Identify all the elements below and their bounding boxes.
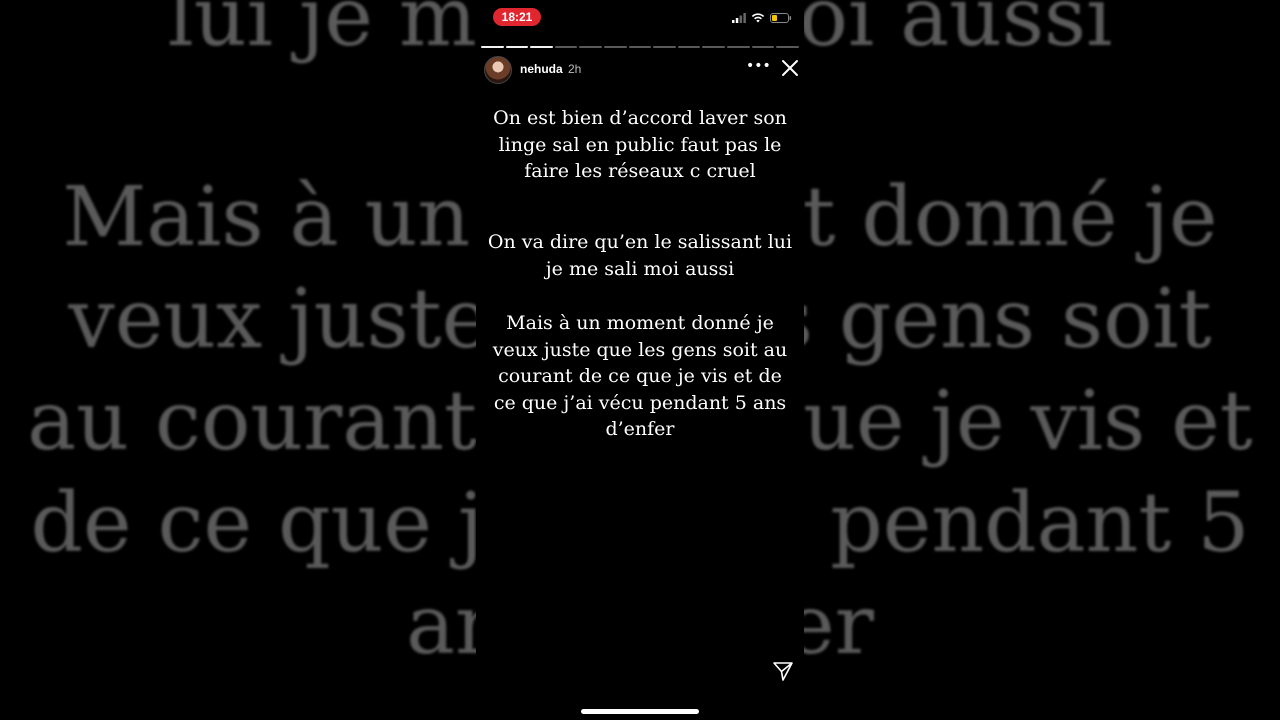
progress-segment [604,46,627,48]
progress-segment [776,46,799,48]
story-header: nehuda 2h ••• [476,54,804,84]
home-indicator[interactable] [581,709,699,714]
avatar[interactable] [484,56,512,84]
progress-segment [702,46,726,48]
more-options-button[interactable]: ••• [746,58,771,78]
more-icon: ••• [746,58,771,74]
story-paragraph: Mais à un moment donné je veux juste que… [492,312,788,440]
story-paragraph: On va dire qu’en le salissant lui je me … [487,231,793,280]
progress-segment [677,46,701,48]
story-paragraph: On est bien d’accord laver son linge sal… [493,107,787,182]
story-timestamp: 2h [568,62,582,76]
status-time: 18:21 [493,8,541,26]
status-icons [732,12,792,24]
progress-segment [481,46,504,48]
progress-segment [554,46,578,48]
progress-segment [727,46,750,48]
progress-segment [751,46,775,48]
story-username[interactable]: nehuda [520,62,563,76]
share-button[interactable] [772,660,794,682]
send-icon [773,662,793,681]
progress-segment [505,46,529,48]
progress-segment [530,46,553,48]
close-button[interactable] [778,56,802,80]
progress-segment [653,46,676,48]
story-progress-bar [481,46,799,49]
progress-segment [579,46,603,48]
battery-icon [770,13,792,23]
progress-segment [628,46,652,48]
screen: lui je me sali moi aussi Mais à un momen… [0,0,1280,720]
signal-icon [732,13,746,23]
story-panel[interactable]: 18:21 nehuda 2h ••• On est bien d’accord… [476,0,804,720]
close-icon [782,60,798,76]
status-bar: 18:21 [476,0,804,36]
wifi-icon [751,13,765,23]
